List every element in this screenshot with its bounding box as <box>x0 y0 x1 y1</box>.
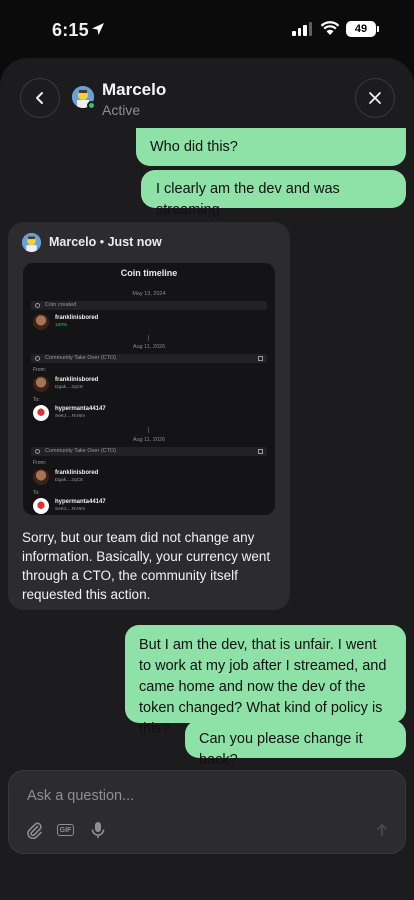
close-button[interactable] <box>355 78 395 118</box>
attach-button[interactable] <box>25 821 43 839</box>
status-bar: 6:15 49 <box>0 0 414 58</box>
back-chevron-icon <box>36 92 43 104</box>
wifi-icon <box>320 21 340 35</box>
user-avatar <box>33 498 49 514</box>
timeline-date: Aug 11, 2026 <box>132 344 166 350</box>
close-icon <box>369 92 381 104</box>
attached-screenshot[interactable]: Coin timeline May 13, 2024 Coin created … <box>23 263 275 515</box>
message-input[interactable]: Ask a question... <box>27 788 134 804</box>
timeline-date: Aug 11, 2026 <box>132 437 166 443</box>
user-avatar <box>33 376 49 392</box>
agent-meta: Marcelo • Just now <box>49 235 162 249</box>
coin-created-row: Coin created <box>31 301 267 310</box>
send-arrow-icon <box>377 824 387 836</box>
user-avatar <box>33 314 49 330</box>
user-message: Can you please change it back? <box>185 720 406 768</box>
timeline-connector <box>148 427 149 433</box>
signal-icon <box>292 22 312 36</box>
user-avatar <box>33 405 49 421</box>
timeline-connector <box>148 335 149 341</box>
community-icon <box>35 449 40 454</box>
chat-header: Marcelo Active <box>0 58 414 138</box>
microphone-icon <box>91 822 105 838</box>
user-avatar <box>33 469 49 485</box>
cto-row: Community Take Over (CTO) <box>31 447 267 456</box>
battery-icon: 49 <box>346 21 379 37</box>
clock: 6:15 <box>52 20 89 40</box>
agent-avatar <box>22 233 41 252</box>
contact-status: Active <box>102 102 141 118</box>
external-link-icon <box>258 449 263 454</box>
send-button[interactable] <box>373 821 391 839</box>
timeline-title: Coin timeline <box>120 268 178 278</box>
gif-button[interactable]: GIF <box>57 824 74 836</box>
contact-name: Marcelo <box>102 80 167 99</box>
user-message: Who did this? <box>136 128 406 166</box>
timeline-date: May 13, 2024 <box>132 291 166 297</box>
community-icon <box>35 356 40 361</box>
external-link-icon <box>258 356 263 361</box>
back-button[interactable] <box>20 78 60 118</box>
agent-message-text: Sorry, but our team did not change any i… <box>22 530 271 602</box>
user-message: But I am the dev, that is unfair. I went… <box>125 625 406 737</box>
agent-message: Marcelo • Just now Coin timeline May 13,… <box>8 222 290 610</box>
meta-separator: • <box>99 235 105 249</box>
paperclip-icon <box>27 822 42 839</box>
gif-icon: GIF <box>59 826 72 834</box>
message-composer[interactable]: Ask a question... GIF <box>8 770 406 854</box>
coin-icon <box>35 303 40 308</box>
location-arrow-icon <box>92 23 104 35</box>
cto-row: Community Take Over (CTO) <box>31 354 267 363</box>
message-time: Just now <box>107 235 162 249</box>
agent-name: Marcelo <box>49 235 97 249</box>
chat-sheet: Marcelo Active Who did this? I clearly a… <box>0 58 414 900</box>
user-message: I clearly am the dev and was streaming <box>141 170 406 218</box>
voice-button[interactable] <box>89 821 107 839</box>
online-indicator <box>87 101 96 110</box>
